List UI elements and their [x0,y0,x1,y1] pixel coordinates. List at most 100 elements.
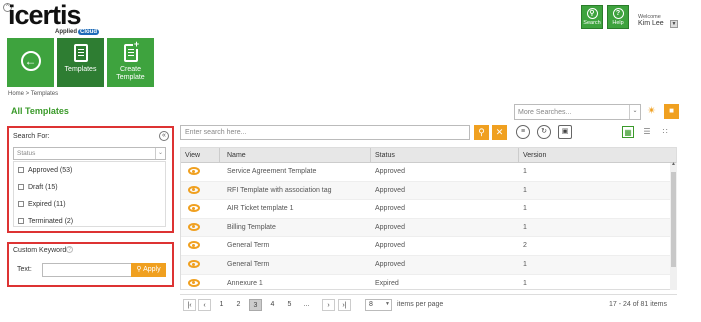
help-button[interactable]: ? Help [607,5,629,29]
cell-name[interactable]: General Term [227,261,269,268]
page-number-button[interactable]: 1 [215,299,228,311]
templates-icon [73,44,88,62]
chevron-down-icon: ▼ [385,301,390,307]
list-options-icon[interactable]: ≡ [516,125,530,139]
search-for-panel: Search For: « Status ⌄ Approved (53) Dra… [7,126,174,233]
scroll-up-icon[interactable]: ▲ [670,161,677,168]
user-menu-dropdown-icon[interactable]: ▼ [670,20,678,28]
grid-header: View Name Status Version [181,148,676,163]
table-row[interactable]: General Term Approved 2 [181,237,671,256]
custom-keyword-panel: Custom Keyword ? Text: ⚲ Apply [7,242,174,287]
status-option-terminated[interactable]: Terminated (2) [18,218,73,225]
cell-status: Approved [375,186,405,194]
column-header-view[interactable]: View [185,152,200,159]
cell-version: 1 [523,261,527,268]
items-per-page-select[interactable]: 8 ▼ [365,299,392,311]
cell-status: Expired [375,279,399,287]
clear-search-button[interactable]: ✕ [492,125,507,140]
templates-grid: View Name Status Version Service Agreeme… [180,147,677,290]
view-eye-icon[interactable] [188,260,200,268]
checkbox[interactable] [18,167,24,173]
pager: |‹ ‹ 1 2 3 4 5... › ›| 8 ▼ items per page 17 … [180,294,677,312]
create-template-icon: + [123,40,141,62]
cell-name[interactable]: RFI Template with association tag [227,187,332,194]
table-row[interactable]: RFI Template with association tag Approve… [181,181,671,201]
user-name[interactable]: Kim Lee [638,20,664,27]
cell-name[interactable]: AIR Ticket template 1 [227,205,294,212]
view-eye-icon[interactable] [188,222,200,231]
favorite-star-icon[interactable]: ✴ [647,104,656,117]
cell-name[interactable]: Billing Template [227,224,276,231]
checkbox[interactable] [18,218,24,224]
grid-view-icon[interactable]: ▦ [622,126,634,138]
templates-tile[interactable]: Templates [57,38,104,87]
export-icon[interactable]: ▣ [558,125,572,139]
logo-tagline: Applied Cloud [55,29,99,35]
refresh-icon[interactable]: ↻ [537,125,551,139]
checkbox[interactable] [18,184,24,190]
page-number-button[interactable]: 3 [249,299,262,311]
cell-status: Approved [375,242,405,250]
table-row[interactable]: Billing Template Approved 1 [181,218,671,238]
table-row[interactable]: Annexure 1 Expired 1 [181,275,671,289]
list-view-icon[interactable]: ☰ [641,126,653,138]
search-button[interactable]: ⚲ Search [581,5,603,29]
apply-button[interactable]: ⚲ Apply [131,263,166,277]
page-number-button[interactable]: 4 [266,299,279,311]
custom-keyword-title: Custom Keyword [13,247,67,254]
page-number-button[interactable]: 5 [283,299,296,311]
create-template-tile[interactable]: + Create Template [107,38,154,87]
cell-version: 1 [523,205,527,213]
page-title: All Templates [11,106,69,116]
cell-name[interactable]: Service Agreement Template [227,168,316,175]
page-number-button[interactable]: 2 [232,299,245,311]
view-eye-icon[interactable] [188,167,200,175]
view-eye-icon[interactable] [188,204,200,213]
cell-status: Approved [375,261,405,268]
column-header-status[interactable]: Status [375,152,395,159]
breadcrumb[interactable]: Home > Templates [8,91,58,97]
tile-view-icon[interactable]: ∷ [659,126,671,138]
grid-search-button[interactable]: ⚲ [474,125,489,140]
last-page-button[interactable]: ›| [338,299,351,311]
column-header-name[interactable]: Name [227,152,246,159]
view-eye-icon[interactable] [188,185,200,194]
cell-status: Approved [375,223,405,231]
cell-status: Approved [375,168,405,175]
cell-version: 1 [523,279,527,287]
chevron-down-icon: ⌄ [629,105,640,119]
page-number-button[interactable]: ... [300,299,313,311]
prev-page-button[interactable]: ‹ [198,299,211,311]
next-page-button[interactable]: › [322,299,335,311]
help-icon[interactable]: ? [66,246,73,253]
view-eye-icon[interactable] [188,278,200,287]
search-icon: ⚲ [586,8,598,19]
back-tile[interactable]: ← [7,38,54,87]
table-row[interactable]: General Term Approved 1 [181,256,671,275]
status-option-approved[interactable]: Approved (53) [18,167,72,174]
grid-search-input[interactable]: Enter search here... [180,125,470,140]
back-arrow-icon: ← [20,51,41,71]
column-header-version[interactable]: Version [523,152,546,159]
table-row[interactable]: AIR Ticket template 1 Approved 1 [181,200,671,219]
cell-version: 1 [523,186,527,194]
collapse-panel-icon[interactable]: « [159,131,169,141]
cell-name[interactable]: Annexure 1 [227,280,263,287]
pager-info: 17 - 24 of 81 items [609,301,667,308]
cell-name[interactable]: General Term [227,242,269,249]
cell-status: Approved [375,205,405,213]
text-label: Text: [17,266,32,273]
first-page-button[interactable]: |‹ [183,299,196,311]
view-eye-icon[interactable] [188,241,200,250]
keyword-text-input[interactable] [42,263,138,277]
scrollbar-thumb[interactable] [671,172,676,267]
status-select[interactable]: Status ⌄ [13,147,166,160]
table-row[interactable]: Service Agreement Template Approved 1 [181,163,671,182]
status-option-draft[interactable]: Draft (15) [18,184,58,191]
cell-version: 1 [523,223,527,231]
more-searches-select[interactable]: More Searches... ⌄ [514,104,641,120]
status-option-expired[interactable]: Expired (11) [18,201,66,208]
items-per-page-label: items per page [397,301,444,308]
checkbox[interactable] [18,201,24,207]
save-search-button[interactable]: ■ [664,104,679,119]
